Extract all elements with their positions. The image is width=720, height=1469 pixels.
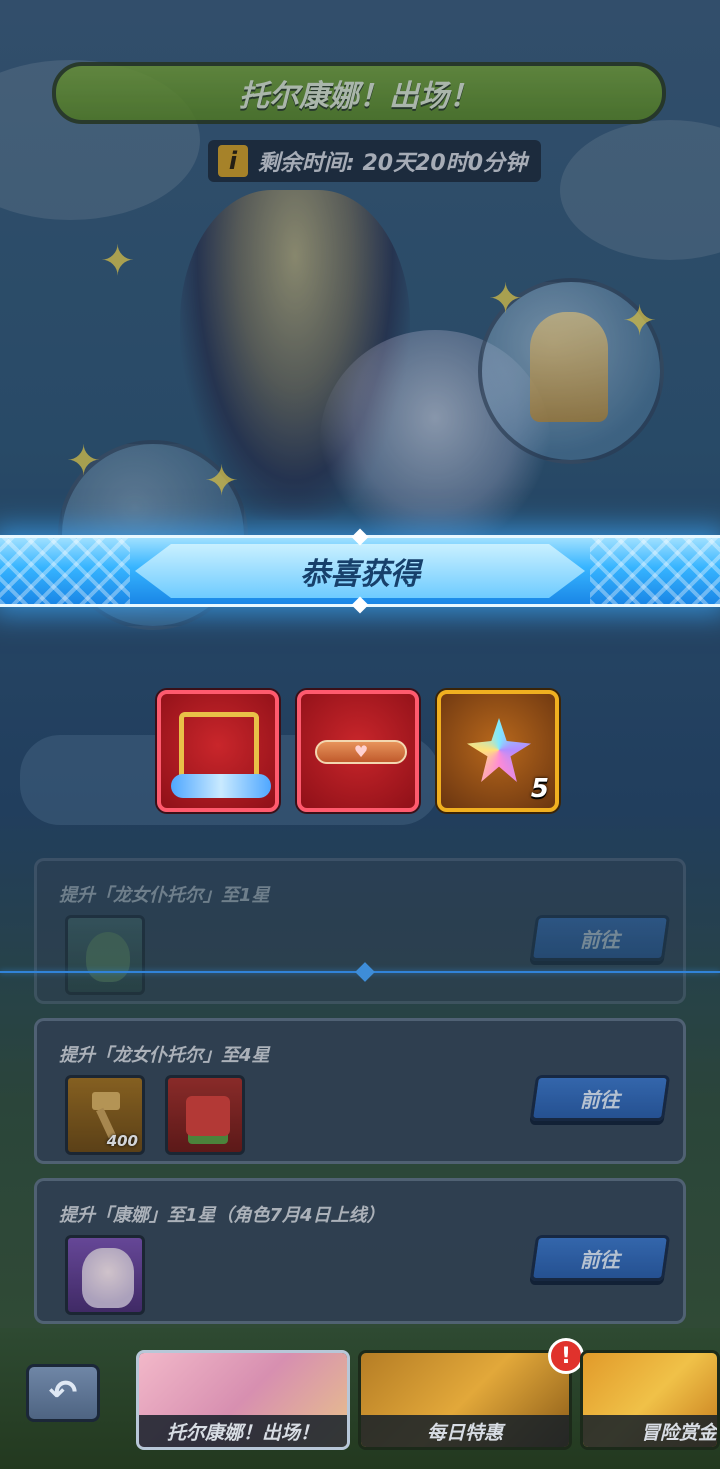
leaf-item-icon[interactable] [65, 915, 145, 995]
gift-pack-icon[interactable] [165, 1075, 245, 1155]
reward-avatar-frame[interactable] [157, 690, 279, 812]
event-timer: i 剩余时间: 20天20时0分钟 [208, 140, 541, 182]
cloud-decoration [560, 120, 720, 260]
tab-label: 托尔康娜！出场！ [166, 1421, 319, 1444]
back-button[interactable]: ↶ [26, 1364, 100, 1422]
task-title: 提升「康娜」至1星（角色7月4日上线） [59, 1205, 385, 1226]
congrats-title: 恭喜获得 [300, 557, 420, 592]
kanna-portrait-icon[interactable] [65, 1235, 145, 1315]
sparkle-icon: ✦ [66, 436, 102, 485]
goto-button[interactable]: 前往 [529, 1235, 671, 1281]
hammer-item-icon[interactable]: 400 [65, 1075, 145, 1155]
item-quantity: 400 [106, 1132, 138, 1150]
timer-text: 剩余时间: 20天20时0分钟 [258, 151, 527, 176]
tab-label: 冒险赏金 [640, 1421, 717, 1444]
sparkle-icon: ✦ [488, 274, 524, 323]
sparkle-icon: ✦ [204, 456, 240, 505]
tab-daily-deals[interactable]: 每日特惠 [358, 1350, 572, 1450]
task-title: 提升「龙女仆托尔」至4星 [59, 1045, 270, 1066]
task-card: 提升「龙女仆托尔」至1星 前往 [34, 858, 686, 1004]
info-icon[interactable]: i [218, 145, 248, 177]
back-arrow-icon: ↶ [48, 1373, 78, 1413]
tab-adventure-bounty[interactable]: 冒险赏金 [580, 1350, 720, 1450]
nameplate-bar-icon: ♥ [315, 740, 407, 764]
task-title: 提升「龙女仆托尔」至1星 [59, 885, 270, 906]
event-title: 托尔康娜！出场！ [239, 79, 479, 114]
reward-nameplate[interactable]: ♥ [297, 690, 419, 812]
banner-pattern [590, 538, 720, 604]
goto-button-label: 前往 [580, 1247, 620, 1272]
tab-event-tohru-kanna[interactable]: 托尔康娜！出场！ [136, 1350, 350, 1450]
reward-count: 5 [530, 774, 549, 804]
goto-button[interactable]: 前往 [529, 1075, 671, 1121]
event-title-banner: 托尔康娜！出场！ [52, 62, 666, 124]
alert-badge: ! [548, 1338, 584, 1374]
goto-button[interactable]: 前往 [529, 915, 671, 961]
goto-button-label: 前往 [580, 1087, 620, 1112]
tab-label: 每日特惠 [426, 1421, 503, 1444]
flower-jar-icon [530, 312, 608, 422]
rainbow-crystal-icon [467, 718, 531, 782]
task-card: 提升「康娜」至1星（角色7月4日上线） 前往 [34, 1178, 686, 1324]
goto-button-label: 前往 [580, 927, 620, 952]
sparkle-icon: ✦ [100, 236, 136, 285]
congrats-title-plate: 恭喜获得 [135, 544, 585, 598]
sparkle-icon: ✦ [622, 296, 658, 345]
reward-crystal[interactable]: 5 [437, 690, 559, 812]
task-card: 提升「龙女仆托尔」至4星 400 前往 [34, 1018, 686, 1164]
banner-pattern [0, 538, 130, 604]
wave-decoration [171, 774, 271, 798]
